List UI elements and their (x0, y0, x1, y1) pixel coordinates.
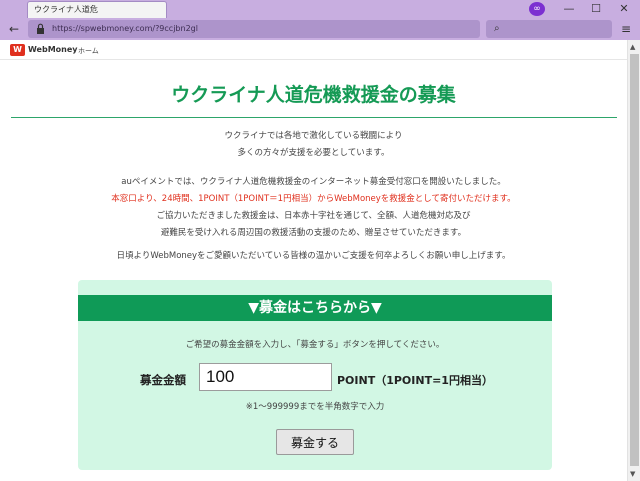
thanks-text: 日頃よりWebMoneyをご愛顧いただいている皆様の温かいご支援を何卒よろしくお… (116, 251, 511, 261)
logo-text[interactable]: WebMoney (28, 45, 77, 54)
intro-line: 多くの方々が支援を必要としています。 (237, 148, 390, 158)
browser-tab[interactable]: ウクライナ人道危 (27, 1, 167, 18)
menu-icon[interactable]: ≡ (618, 21, 634, 37)
donation-header: ▼募金はこちらから▼ (78, 295, 552, 321)
body-line: 避難民を受け入れる周辺国の救援活動の支援のため、贈呈させていただきます。 (160, 228, 467, 238)
amount-input[interactable] (199, 363, 332, 391)
page-title: ウクライナ人道危機救援金の募集 (171, 84, 456, 106)
browser-toolbar: ← https://spwebmoney.com/?9ccjbn2gl ⌕ ≡ (0, 18, 640, 40)
maximize-button[interactable]: ☐ (583, 0, 609, 18)
nav-home-link[interactable]: ホーム (78, 46, 99, 56)
search-bar[interactable]: ⌕ (486, 20, 612, 38)
url-bar[interactable]: https://spwebmoney.com/?9ccjbn2gl (28, 20, 480, 38)
donate-button[interactable]: 募金する (276, 429, 354, 455)
url-text: https://spwebmoney.com/?9ccjbn2gl (52, 24, 198, 33)
page-scrollbar[interactable]: ▲ ▼ (627, 40, 640, 481)
point-unit-label: POINT（1POINT=1円相当） (337, 374, 493, 387)
site-header: W WebMoney ホーム (0, 40, 627, 60)
back-button[interactable]: ← (6, 21, 22, 37)
body-line: auペイメントでは、ウクライナ人道危機救援金のインターネット募金受付窓口を開設い… (121, 177, 506, 187)
body-line-highlight: 本窓口より、24時間、1POINT（1POINT＝1円相当）からWebMoney… (111, 194, 516, 204)
lock-icon (37, 23, 44, 34)
scroll-thumb[interactable] (630, 54, 639, 466)
close-button[interactable]: ✕ (611, 0, 637, 18)
donation-form: ▼募金はこちらから▼ ご希望の募金金額を入力し、「募金する」ボタンを押してくださ… (78, 280, 552, 470)
donation-instruction: ご希望の募金金額を入力し、「募金する」ボタンを押してください。 (185, 340, 445, 350)
scroll-up-icon[interactable]: ▲ (630, 43, 635, 51)
scroll-down-icon[interactable]: ▼ (630, 470, 635, 478)
search-icon: ⌕ (494, 23, 500, 34)
title-bar: ウクライナ人道危 ∞ — ☐ ✕ (0, 0, 640, 18)
minimize-button[interactable]: — (556, 0, 582, 18)
body-text: auペイメントでは、ウクライナ人道危機救援金のインターネット募金受付窓口を開設い… (0, 174, 627, 242)
amount-note: ※1〜999999までを半角数字で入力 (245, 402, 385, 412)
intro-line: ウクライナでは各地で激化している戦闘により (224, 131, 403, 141)
amount-label: 募金金額 (140, 373, 186, 387)
body-line: ご協力いただきました救援金は、日本赤十字社を通じて、全額、人道危機対応及び (156, 211, 471, 221)
private-browsing-icon: ∞ (529, 2, 545, 16)
intro-text: ウクライナでは各地で激化している戦闘により 多くの方々が支援を必要としています。 (0, 128, 627, 162)
tab-title: ウクライナ人道危 (34, 5, 98, 14)
webmoney-logo-icon[interactable]: W (10, 44, 25, 56)
title-divider (11, 117, 617, 118)
